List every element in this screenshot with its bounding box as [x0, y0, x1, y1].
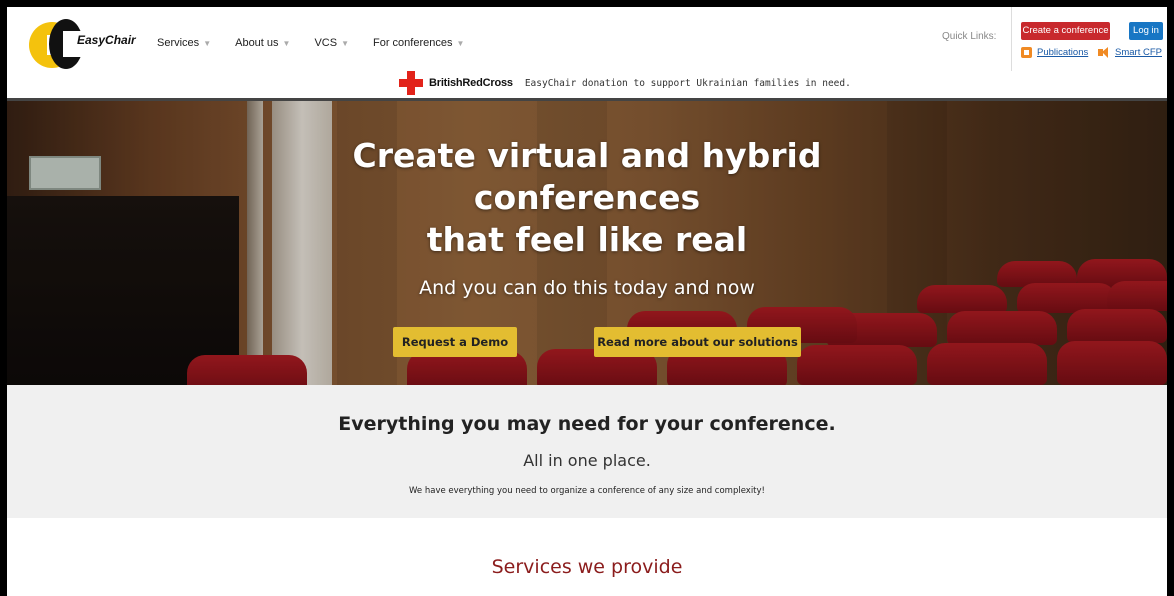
publications-label: Publications — [1037, 47, 1089, 58]
publications-link[interactable]: Publications — [1021, 47, 1088, 58]
quick-links-label: Quick Links: — [942, 31, 997, 42]
create-conference-button[interactable]: Create a conference — [1021, 22, 1110, 40]
login-button[interactable]: Log in — [1129, 22, 1163, 40]
features-section: Everything you may need for your confere… — [7, 385, 1167, 518]
smart-cfp-link[interactable]: Smart CFP — [1098, 47, 1162, 58]
chevron-down-icon: ▼ — [456, 39, 465, 48]
header-divider — [1011, 7, 1012, 71]
site-header: EasyChair Services ▼ About us ▼ VCS ▼ For c… — [7, 7, 1167, 100]
nav-item-services[interactable]: Services ▼ — [157, 37, 211, 49]
hero-title: Create virtual and hybrid conferences th… — [7, 135, 1167, 261]
chevron-down-icon: ▼ — [203, 39, 212, 48]
browser-viewport: EasyChair Services ▼ About us ▼ VCS ▼ For c… — [7, 7, 1167, 596]
easychair-logo[interactable]: EasyChair — [29, 19, 139, 69]
hero-title-line: that feel like real — [426, 220, 748, 259]
features-subtitle: All in one place. — [523, 451, 651, 470]
donation-banner[interactable]: BritishRedCross EasyChair donation to su… — [399, 71, 851, 95]
features-title: Everything you may need for your confere… — [338, 413, 836, 435]
nav-item-about-us[interactable]: About us ▼ — [235, 37, 290, 49]
banner-text: EasyChair donation to support Ukrainian … — [524, 77, 851, 89]
publications-icon — [1021, 47, 1032, 58]
hero-section: Create virtual and hybrid conferences th… — [7, 101, 1167, 385]
red-cross-icon — [399, 71, 423, 95]
nav-label: For conferences — [373, 37, 453, 49]
nav-item-vcs[interactable]: VCS ▼ — [314, 37, 349, 49]
chevron-down-icon: ▼ — [341, 39, 349, 48]
services-heading: Services we provide — [491, 556, 683, 578]
nav-label: VCS — [314, 37, 338, 49]
hero-title-line: Create virtual and hybrid — [352, 136, 822, 175]
features-description: We have everything you need to organize … — [409, 486, 765, 496]
read-more-button[interactable]: Read more about our solutions — [594, 327, 801, 357]
smart-cfp-label: Smart CFP — [1115, 47, 1162, 58]
megaphone-icon — [1098, 47, 1110, 58]
main-nav: Services ▼ About us ▼ VCS ▼ For conferences… — [157, 37, 488, 49]
hero-subtitle: And you can do this today and now — [419, 277, 755, 299]
nav-label: Services — [157, 37, 200, 49]
nav-item-for-conferences[interactable]: For conferences ▼ — [373, 37, 464, 49]
logo-text: EasyChair — [77, 33, 136, 47]
hero-title-line: conferences — [473, 178, 701, 217]
partner-name: BritishRedCross — [429, 77, 513, 89]
nav-label: About us — [235, 37, 279, 49]
chevron-down-icon: ▼ — [282, 39, 291, 48]
request-demo-button[interactable]: Request a Demo — [393, 327, 517, 357]
